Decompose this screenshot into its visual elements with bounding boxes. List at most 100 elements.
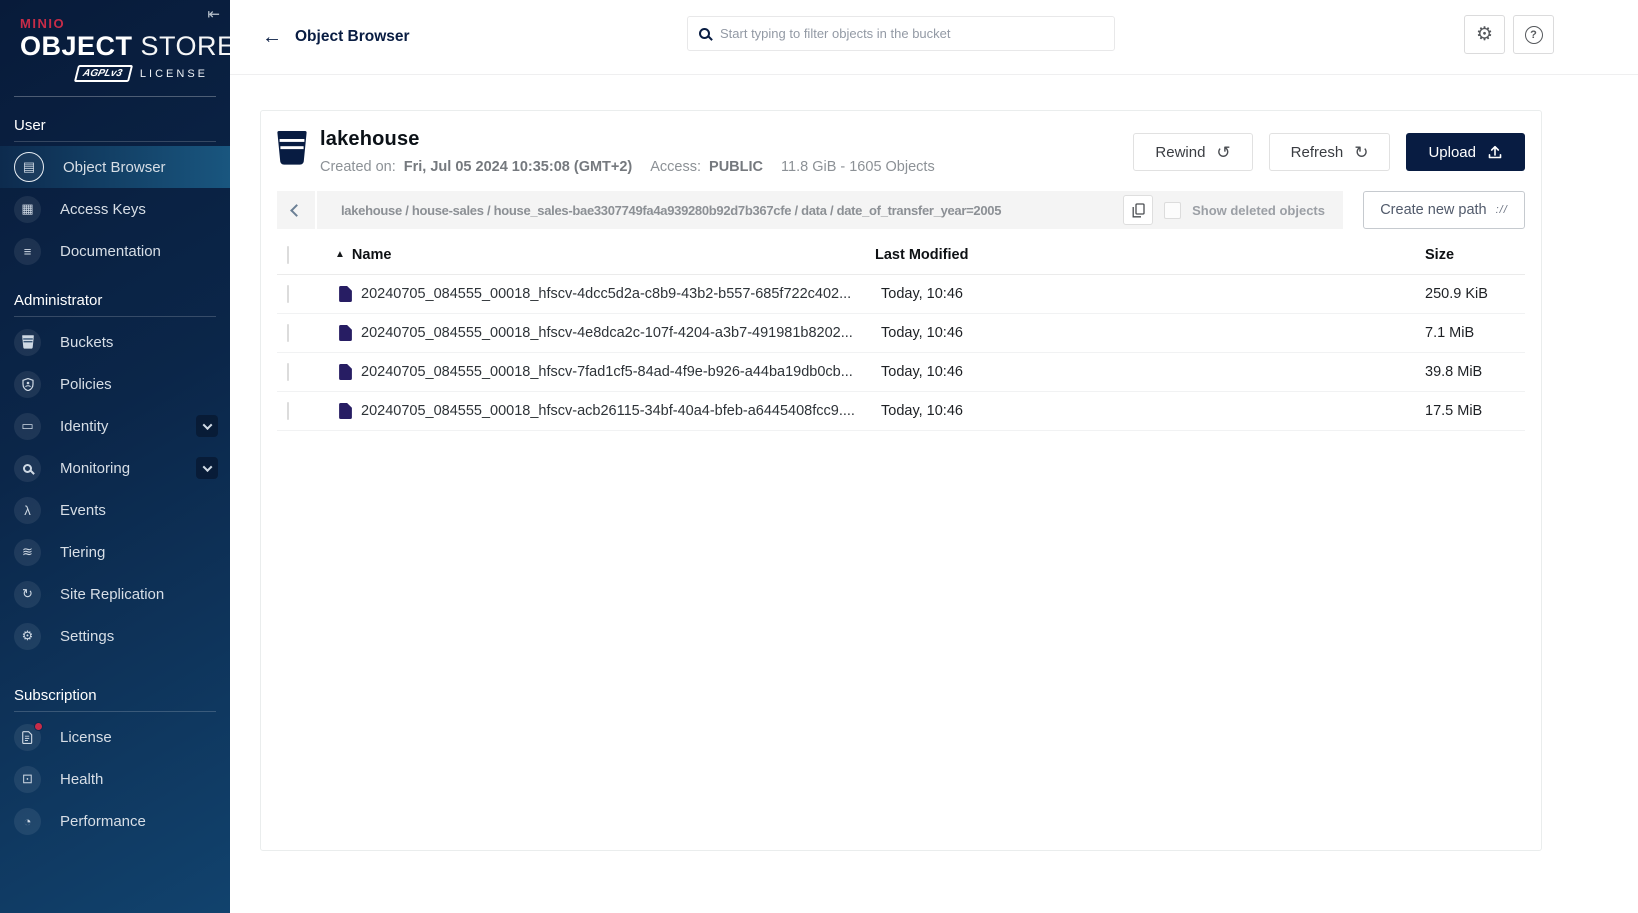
bucket-meta: Created on: Fri, Jul 05 2024 10:35:08 (G… bbox=[320, 159, 935, 175]
bucket-icon bbox=[277, 131, 307, 165]
sidebar-item-performance[interactable]: ◔ Performance bbox=[0, 800, 230, 842]
object-browser-icon: ▤ bbox=[14, 152, 44, 182]
search-icon bbox=[699, 28, 710, 39]
bucket-header: lakehouse Created on: Fri, Jul 05 2024 1… bbox=[261, 111, 1541, 189]
refresh-button[interactable]: Refresh ↻ bbox=[1269, 133, 1391, 171]
object-name: 20240705_084555_00018_hfscv-4dcc5d2a-c8b… bbox=[361, 286, 851, 302]
chevron-down-icon[interactable] bbox=[196, 457, 218, 479]
sidebar-item-site-replication[interactable]: ↻ Site Replication bbox=[0, 573, 230, 615]
sidebar-item-policies[interactable]: Policies bbox=[0, 363, 230, 405]
sidebar-item-identity[interactable]: ▭ Identity bbox=[0, 405, 230, 447]
rewind-button[interactable]: Rewind ↺ bbox=[1133, 133, 1252, 171]
page-title: Object Browser bbox=[295, 28, 410, 46]
performance-icon: ◔ bbox=[14, 808, 41, 835]
object-modified: Today, 10:46 bbox=[875, 286, 1425, 302]
search-box bbox=[687, 16, 1115, 51]
monitoring-icon bbox=[14, 455, 41, 482]
sidebar-item-object-browser[interactable]: ▤ Object Browser bbox=[0, 146, 230, 188]
settings-button[interactable]: ⚙ bbox=[1464, 15, 1505, 54]
sidebar-item-settings[interactable]: ⚙ Settings bbox=[0, 615, 230, 657]
sidebar-item-license[interactable]: License bbox=[0, 716, 230, 758]
main-area: ← Object Browser ⚙ ? lakehouse Created o… bbox=[230, 0, 1638, 913]
sidebar-section-subscription: Subscription License ⊡ Health ◔ Performa… bbox=[0, 687, 230, 842]
logo-divider bbox=[14, 96, 216, 97]
access-keys-icon: ▦ bbox=[14, 196, 41, 223]
minio-wordmark: MINIO bbox=[20, 16, 210, 31]
help-button[interactable]: ? bbox=[1513, 15, 1554, 54]
table-row[interactable]: 20240705_084555_00018_hfscv-7fad1cf5-84a… bbox=[277, 353, 1525, 392]
buckets-icon bbox=[14, 329, 41, 356]
sidebar-section-administrator: Administrator Buckets Policies ▭ Identit… bbox=[0, 292, 230, 657]
tiering-icon: ≋ bbox=[14, 539, 41, 566]
minio-logo: MINIO OBJECT STORE AGPLv3 LICENSE bbox=[0, 0, 230, 82]
notification-dot bbox=[34, 722, 43, 731]
copy-path-button[interactable] bbox=[1123, 195, 1153, 225]
show-deleted-label: Show deleted objects bbox=[1192, 203, 1333, 218]
object-size: 17.5 MiB bbox=[1425, 403, 1525, 419]
row-checkbox[interactable] bbox=[287, 324, 289, 342]
topbar-actions: ⚙ ? bbox=[1464, 15, 1554, 54]
bucket-panel: lakehouse Created on: Fri, Jul 05 2024 1… bbox=[260, 110, 1542, 851]
object-modified: Today, 10:46 bbox=[875, 403, 1425, 419]
access-value: PUBLIC bbox=[709, 159, 763, 175]
create-new-path-button[interactable]: Create new path :// bbox=[1363, 191, 1525, 229]
sidebar-item-events[interactable]: λ Events bbox=[0, 489, 230, 531]
sort-asc-icon[interactable]: ▲ bbox=[335, 249, 345, 260]
object-name: 20240705_084555_00018_hfscv-4e8dca2c-107… bbox=[361, 325, 853, 341]
sidebar-item-documentation[interactable]: ≡ Documentation bbox=[0, 230, 230, 272]
license-icon bbox=[14, 724, 41, 751]
health-icon: ⊡ bbox=[14, 766, 41, 793]
policies-icon bbox=[14, 371, 41, 398]
sidebar: ⇤ MINIO OBJECT STORE AGPLv3 LICENSE User… bbox=[0, 0, 230, 913]
settings-icon: ⚙ bbox=[14, 623, 41, 650]
sidebar-item-tiering[interactable]: ≋ Tiering bbox=[0, 531, 230, 573]
table-row[interactable]: 20240705_084555_00018_hfscv-4e8dca2c-107… bbox=[277, 314, 1525, 353]
show-deleted-checkbox[interactable] bbox=[1164, 202, 1181, 219]
file-icon bbox=[339, 403, 352, 419]
product-name: OBJECT STORE bbox=[20, 31, 210, 62]
chevron-down-icon[interactable] bbox=[196, 415, 218, 437]
sidebar-item-monitoring[interactable]: Monitoring bbox=[0, 447, 230, 489]
column-size[interactable]: Size bbox=[1425, 247, 1525, 263]
breadcrumb: lakehouse / house-sales / house_sales-ba… bbox=[317, 191, 1343, 229]
created-value: Fri, Jul 05 2024 10:35:08 (GMT+2) bbox=[404, 159, 632, 175]
sidebar-item-access-keys[interactable]: ▦ Access Keys bbox=[0, 188, 230, 230]
bucket-name: lakehouse bbox=[320, 128, 935, 151]
path-icon: :// bbox=[1496, 204, 1508, 216]
created-label: Created on: bbox=[320, 159, 396, 175]
object-size: 39.8 MiB bbox=[1425, 364, 1525, 380]
gear-icon: ⚙ bbox=[1476, 25, 1493, 44]
upload-button[interactable]: Upload bbox=[1406, 133, 1525, 171]
sidebar-item-health[interactable]: ⊡ Health bbox=[0, 758, 230, 800]
file-icon bbox=[339, 364, 352, 380]
refresh-icon: ↻ bbox=[1354, 144, 1368, 161]
back-arrow-icon[interactable]: ← bbox=[262, 27, 282, 47]
breadcrumb-path[interactable]: lakehouse / house-sales / house_sales-ba… bbox=[341, 203, 1112, 218]
help-icon: ? bbox=[1525, 26, 1543, 44]
row-checkbox[interactable] bbox=[287, 285, 289, 303]
object-name: 20240705_084555_00018_hfscv-acb26115-34b… bbox=[361, 403, 855, 419]
browse-bar: lakehouse / house-sales / house_sales-ba… bbox=[277, 191, 1525, 229]
license-badge: AGPLv3 LICENSE bbox=[20, 65, 210, 82]
object-modified: Today, 10:46 bbox=[875, 325, 1425, 341]
column-name[interactable]: ▲ Name bbox=[321, 247, 875, 263]
sidebar-item-buckets[interactable]: Buckets bbox=[0, 321, 230, 363]
content-area: lakehouse Created on: Fri, Jul 05 2024 1… bbox=[230, 75, 1638, 913]
identity-icon: ▭ bbox=[14, 413, 41, 440]
path-back-button[interactable] bbox=[277, 191, 317, 229]
select-all-checkbox[interactable] bbox=[287, 246, 289, 264]
file-icon bbox=[339, 286, 352, 302]
bucket-actions: Rewind ↺ Refresh ↻ Upload bbox=[1133, 128, 1525, 171]
sidebar-section-user: User ▤ Object Browser ▦ Access Keys ≡ Do… bbox=[0, 117, 230, 272]
object-size: 250.9 KiB bbox=[1425, 286, 1525, 302]
object-size: 7.1 MiB bbox=[1425, 325, 1525, 341]
table-row[interactable]: 20240705_084555_00018_hfscv-acb26115-34b… bbox=[277, 392, 1525, 431]
search-input[interactable] bbox=[720, 26, 1103, 41]
row-checkbox[interactable] bbox=[287, 402, 289, 420]
table-row[interactable]: 20240705_084555_00018_hfscv-4dcc5d2a-c8b… bbox=[277, 275, 1525, 314]
sidebar-collapse-icon[interactable]: ⇤ bbox=[207, 5, 220, 23]
documentation-icon: ≡ bbox=[14, 238, 41, 265]
access-label: Access: bbox=[650, 159, 701, 175]
row-checkbox[interactable] bbox=[287, 363, 289, 381]
column-last-modified[interactable]: Last Modified bbox=[875, 247, 1425, 263]
